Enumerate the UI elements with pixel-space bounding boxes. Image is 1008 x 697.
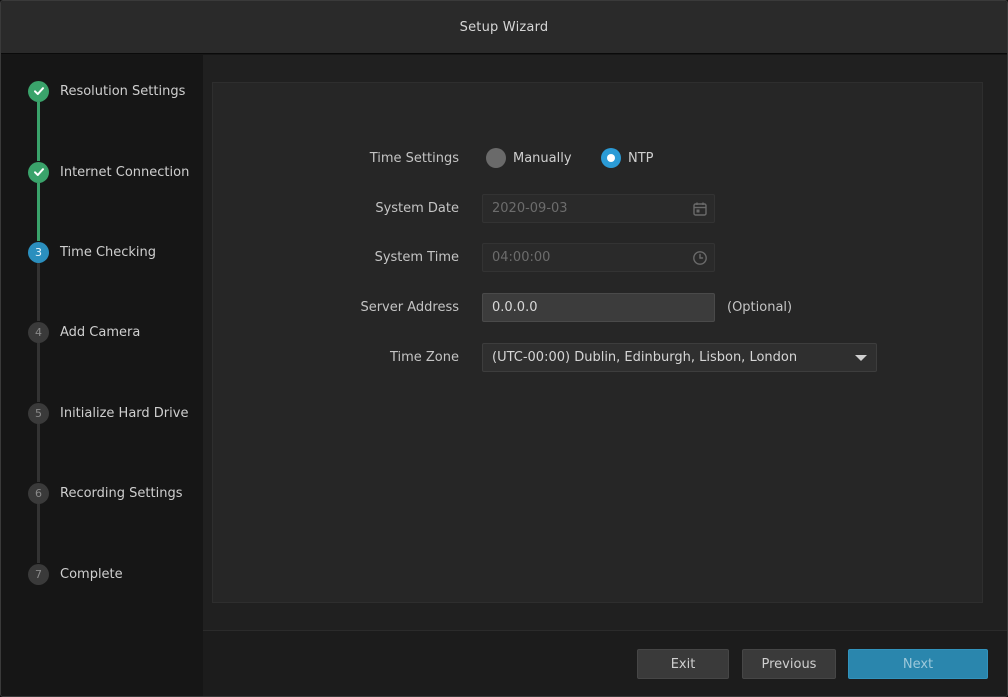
radio-label[interactable]: NTP bbox=[628, 151, 654, 166]
time-settings-label: Time Settings bbox=[369, 151, 459, 166]
step-time-checking: 3 Time Checking bbox=[28, 241, 156, 263]
radio-label[interactable]: Manually bbox=[513, 151, 572, 166]
step-label: Internet Connection bbox=[60, 164, 190, 180]
radio-manually[interactable]: Manually bbox=[486, 148, 572, 168]
checkmark-icon bbox=[28, 161, 49, 183]
step-number-badge: 4 bbox=[28, 321, 49, 343]
step-initialize-hard-drive: 5 Initialize Hard Drive bbox=[28, 402, 188, 424]
step-add-camera: 4 Add Camera bbox=[28, 321, 140, 343]
radio-ntp[interactable]: NTP bbox=[601, 148, 654, 168]
step-label: Add Camera bbox=[60, 324, 141, 340]
step-label: Complete bbox=[60, 566, 123, 582]
step-resolution-settings: Resolution Settings bbox=[28, 80, 185, 102]
step-number-badge: 3 bbox=[28, 241, 49, 263]
setup-wizard-window: Setup Wizard Resolution Settings Interne… bbox=[0, 0, 1008, 697]
server-address-input[interactable]: 0.0.0.0 bbox=[482, 293, 715, 322]
title-bar: Setup Wizard bbox=[1, 1, 1007, 54]
step-connector bbox=[37, 424, 40, 482]
step-number-badge: 5 bbox=[28, 402, 49, 424]
server-address-value[interactable]: 0.0.0.0 bbox=[492, 300, 537, 315]
system-date-value: 2020-09-03 bbox=[492, 201, 568, 216]
time-zone-label: Time Zone bbox=[389, 350, 459, 365]
system-time-value: 04:00:00 bbox=[492, 250, 551, 265]
main-content: Time Settings Manually NTP System Date 2… bbox=[203, 55, 1007, 630]
time-zone-select[interactable]: (UTC-00:00) Dublin, Edinburgh, Lisbon, L… bbox=[482, 343, 877, 372]
wizard-footer: Exit Previous Next bbox=[203, 630, 1007, 696]
step-connector bbox=[37, 183, 40, 241]
clock-icon bbox=[693, 251, 707, 265]
system-time-field: 04:00:00 bbox=[482, 243, 715, 272]
server-address-label: Server Address bbox=[360, 300, 459, 315]
system-time-label: System Time bbox=[374, 250, 459, 265]
step-internet-connection: Internet Connection bbox=[28, 161, 189, 183]
step-label: Initialize Hard Drive bbox=[60, 405, 189, 421]
wizard-steps-sidebar: Resolution Settings Internet Connection … bbox=[1, 55, 202, 696]
checkmark-icon bbox=[28, 80, 49, 102]
step-connector bbox=[37, 504, 40, 563]
previous-button[interactable]: Previous bbox=[742, 649, 836, 679]
time-settings-panel: Time Settings Manually NTP System Date 2… bbox=[212, 82, 983, 603]
next-button[interactable]: Next bbox=[848, 649, 988, 679]
chevron-down-icon[interactable] bbox=[855, 355, 867, 361]
step-connector bbox=[37, 343, 40, 402]
calendar-icon bbox=[693, 202, 707, 216]
step-recording-settings: 6 Recording Settings bbox=[28, 482, 182, 504]
step-connector bbox=[37, 102, 40, 161]
step-number-badge: 7 bbox=[28, 563, 49, 585]
optional-hint: (Optional) bbox=[727, 300, 793, 315]
window-title: Setup Wizard bbox=[459, 19, 549, 35]
step-label: Recording Settings bbox=[60, 485, 183, 501]
system-date-label: System Date bbox=[375, 201, 459, 216]
step-connector bbox=[37, 263, 40, 321]
radio-button-icon[interactable] bbox=[486, 148, 506, 168]
step-complete: 7 Complete bbox=[28, 563, 123, 585]
radio-button-selected-icon[interactable] bbox=[601, 148, 621, 168]
step-label: Resolution Settings bbox=[60, 83, 186, 99]
step-number-badge: 6 bbox=[28, 482, 49, 504]
step-label: Time Checking bbox=[60, 244, 157, 260]
time-zone-value[interactable]: (UTC-00:00) Dublin, Edinburgh, Lisbon, L… bbox=[492, 350, 797, 365]
exit-button[interactable]: Exit bbox=[637, 649, 729, 679]
system-date-field: 2020-09-03 bbox=[482, 194, 715, 223]
